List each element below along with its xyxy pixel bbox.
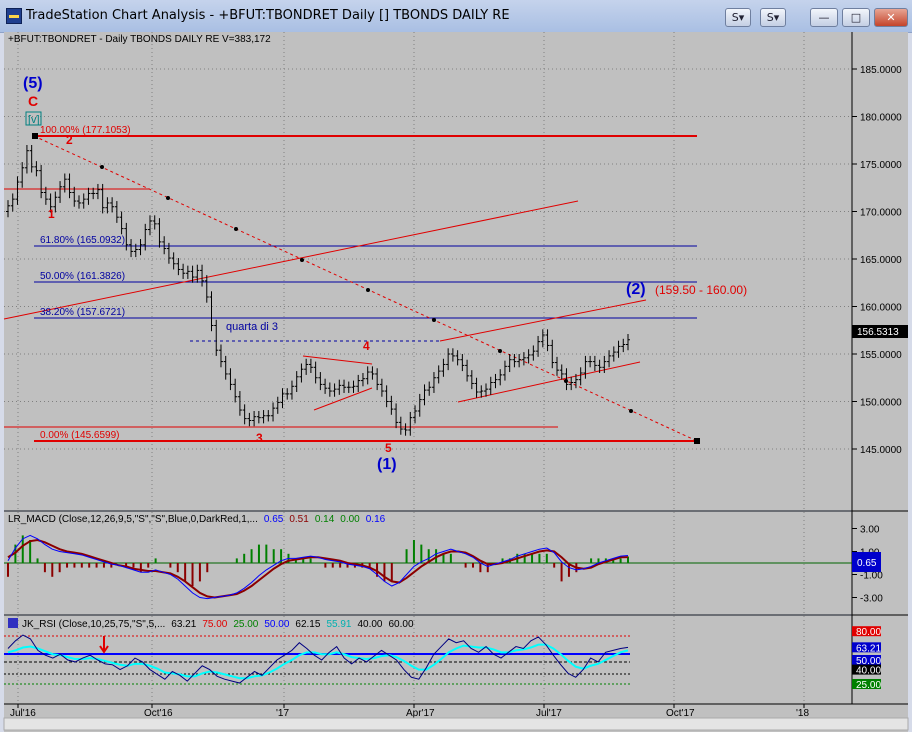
macd-badge-text: 0.65 bbox=[857, 558, 877, 569]
rsi-value-5: 62.15 bbox=[295, 619, 320, 630]
macd-tick-0: 3.00 bbox=[860, 525, 880, 536]
wave-5-minor-label: 5 bbox=[385, 441, 392, 455]
rsi-tick-1: 63.21 bbox=[856, 643, 881, 654]
x-tick-5: Oct'17 bbox=[666, 708, 695, 719]
quarta-di-3-label: quarta di 3 bbox=[226, 321, 278, 333]
fib-0-label: 0.00% (145.6599) bbox=[40, 430, 120, 441]
rsi-value-4: 50.00 bbox=[264, 619, 289, 630]
fib-50-label: 50.00% (161.3826) bbox=[40, 271, 125, 282]
wave-1-major-label: (1) bbox=[377, 456, 397, 473]
rsi-value-1: 63.21 bbox=[171, 619, 196, 630]
price-tick-4: 165.0000 bbox=[860, 255, 902, 266]
price-header: +BFUT:TBONDRET - Daily TBONDS DAILY RE V… bbox=[8, 34, 271, 45]
s-link-button-1[interactable]: S▾ bbox=[725, 8, 751, 27]
x-tick-1: Oct'16 bbox=[144, 708, 173, 719]
horizontal-scrollbar[interactable] bbox=[3, 717, 909, 731]
maximize-icon: □ bbox=[850, 11, 862, 24]
target-zone-label: (159.50 - 160.00) bbox=[655, 283, 747, 297]
price-pane[interactable] bbox=[4, 32, 852, 510]
fib-618-label: 61.80% (165.0932) bbox=[40, 235, 125, 246]
price-tick-5: 160.0000 bbox=[860, 303, 902, 314]
s-link-button-2[interactable]: S▾ bbox=[760, 8, 786, 27]
trend-start-marker[interactable] bbox=[32, 133, 38, 139]
s-link-button-2-label: S bbox=[766, 11, 774, 24]
x-tick-4: Jul'17 bbox=[536, 708, 562, 719]
rsi-value-2: 75.00 bbox=[202, 619, 227, 630]
rsi-value-3: 25.00 bbox=[233, 619, 258, 630]
wave5-label: (5) bbox=[23, 75, 43, 92]
fib-100-label: 100.00% (177.1053) bbox=[40, 125, 131, 136]
x-tick-2: '17 bbox=[276, 708, 289, 719]
rsi-header-name: JK_RSI (Close,10,25,75,"S",5,... bbox=[22, 619, 165, 630]
wave-2-major-label: (2) bbox=[626, 281, 646, 298]
close-icon: ✕ bbox=[886, 11, 896, 24]
price-tick-1: 180.0000 bbox=[860, 113, 902, 124]
rsi-tick-4: 25.00 bbox=[856, 680, 881, 691]
wave-c-label: C bbox=[28, 93, 38, 109]
macd-tick-2: -1.00 bbox=[860, 571, 883, 582]
rsi-value-6: 55.91 bbox=[326, 619, 351, 630]
x-tick-0: Jul'16 bbox=[10, 708, 36, 719]
window-title: TradeStation Chart Analysis - +BFUT:TBON… bbox=[26, 8, 510, 23]
s-link-button-1-label: S bbox=[731, 11, 739, 24]
macd-value-4: 0.00 bbox=[340, 514, 360, 525]
macd-header-name: LR_MACD (Close,12,26,9,5,"S","S",Blue,0,… bbox=[8, 514, 258, 525]
wave-2-minor-label: 2 bbox=[66, 133, 73, 147]
price-tick-6: 155.0000 bbox=[860, 350, 902, 361]
macd-value-2: 0.51 bbox=[289, 514, 309, 525]
last-price-text: 156.5313 bbox=[857, 327, 899, 338]
wave-1-minor-label: 1 bbox=[48, 207, 55, 221]
rsi-indicator-icon bbox=[8, 618, 18, 628]
price-tick-7: 150.0000 bbox=[860, 398, 902, 409]
minimize-button[interactable]: — bbox=[810, 8, 838, 27]
rsi-tick-3: 40.00 bbox=[856, 666, 881, 677]
rsi-tick-0: 80.00 bbox=[856, 627, 881, 638]
maximize-button[interactable]: □ bbox=[842, 8, 870, 27]
close-button[interactable]: ✕ bbox=[874, 8, 908, 27]
chart-area[interactable]: 185.0000 180.0000 175.0000 170.0000 165.0000… bbox=[0, 32, 912, 732]
macd-value-1: 0.65 bbox=[264, 514, 284, 525]
price-tick-2: 175.0000 bbox=[860, 160, 902, 171]
minimize-icon: — bbox=[818, 11, 830, 24]
price-tick-3: 170.0000 bbox=[860, 208, 902, 219]
fib-382-label: 38.20% (157.6721) bbox=[40, 307, 125, 318]
rsi-badges: 80.0063.2150.0040.0025.00 bbox=[852, 626, 881, 691]
tradestation-icon bbox=[6, 8, 22, 24]
macd-tick-3: -3.00 bbox=[860, 594, 883, 605]
macd-value-5: 0.16 bbox=[366, 514, 386, 525]
wave-v-label: [v] bbox=[28, 114, 40, 126]
x-tick-6: '18 bbox=[796, 708, 809, 719]
price-tick-0: 185.0000 bbox=[860, 65, 902, 76]
wave-4-minor-label: 4 bbox=[363, 339, 370, 353]
macd-value-3: 0.14 bbox=[315, 514, 335, 525]
rsi-value-8: 60.00 bbox=[389, 619, 414, 630]
chart-window: TradeStation Chart Analysis - +BFUT:TBON… bbox=[0, 0, 912, 732]
trend-end-marker[interactable] bbox=[694, 438, 700, 444]
macd-header: LR_MACD (Close,12,26,9,5,"S","S",Blue,0,… bbox=[8, 514, 386, 525]
rsi-value-7: 40.00 bbox=[357, 619, 382, 630]
wave-3-minor-label: 3 bbox=[256, 431, 263, 445]
title-bar[interactable]: TradeStation Chart Analysis - +BFUT:TBON… bbox=[0, 0, 912, 33]
x-tick-3: Apr'17 bbox=[406, 708, 435, 719]
price-tick-8: 145.0000 bbox=[860, 445, 902, 456]
